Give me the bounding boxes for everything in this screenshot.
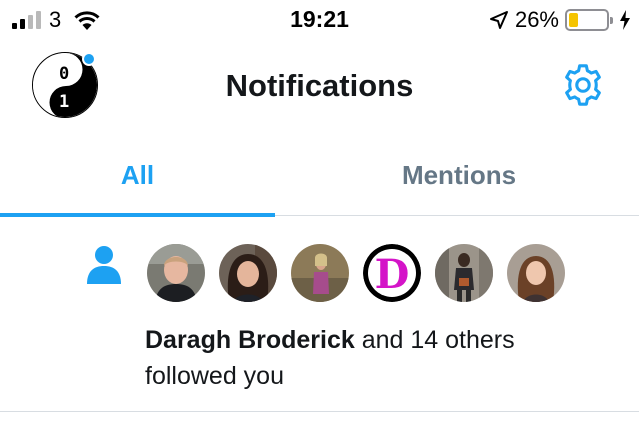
follower-avatar-1[interactable]	[147, 244, 205, 302]
notification-text: Daragh Broderick and 14 others followed …	[145, 322, 605, 394]
avatar-4-letter: D	[375, 251, 410, 298]
follower-avatars: D	[147, 244, 579, 302]
tab-bar: All Mentions	[0, 134, 639, 217]
tab-all[interactable]: All	[0, 134, 275, 216]
notification-item[interactable]: D Daragh Broderick and 14 others followe…	[0, 217, 639, 412]
page-title: Notifications	[225, 68, 414, 103]
gear-icon[interactable]	[560, 62, 606, 108]
tab-mentions[interactable]: Mentions	[320, 134, 598, 216]
status-bar-right: 26%	[489, 7, 631, 32]
follower-avatar-4[interactable]: D	[363, 244, 421, 302]
battery-icon	[565, 9, 613, 31]
follower-avatar-2[interactable]	[219, 244, 277, 302]
unread-dot	[82, 52, 96, 66]
header: 0 1 Notifications	[0, 40, 639, 134]
charging-bolt-icon	[620, 10, 630, 30]
status-bar: 3 19:21 26%	[0, 0, 639, 40]
follower-avatar-6[interactable]	[507, 244, 565, 302]
location-arrow-icon	[489, 11, 508, 29]
notification-text-action: followed you	[145, 362, 284, 390]
battery-percent: 26%	[514, 7, 559, 32]
follower-avatar-5[interactable]	[435, 244, 493, 302]
follower-avatar-3[interactable]	[291, 244, 349, 302]
notification-text-rest: and 14 others	[354, 326, 515, 354]
battery-level-fill	[569, 13, 578, 27]
person-follow-icon	[87, 246, 121, 284]
notification-actor-name[interactable]: Daragh Broderick	[145, 326, 355, 354]
